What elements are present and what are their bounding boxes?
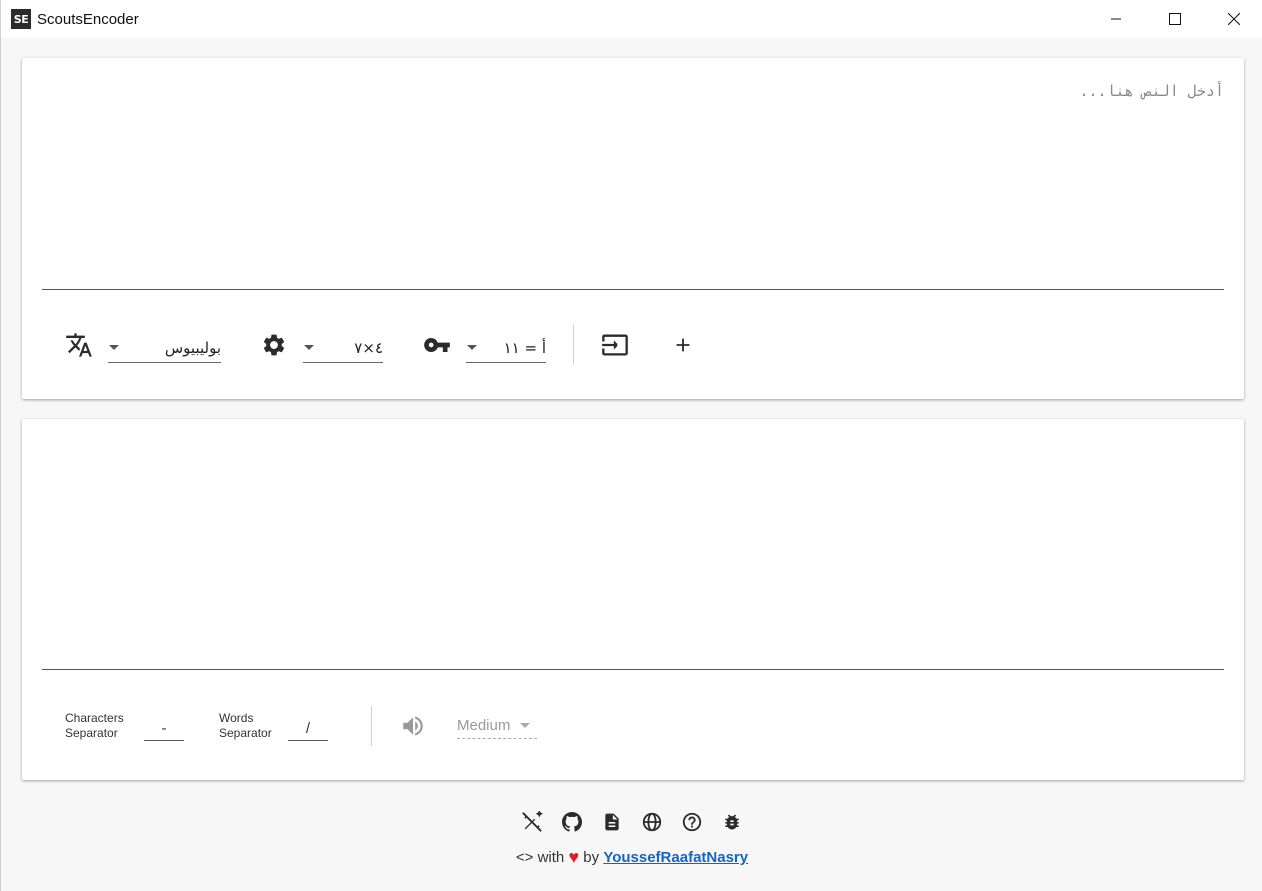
footer-links <box>1 811 1262 833</box>
chevron-down-icon <box>467 345 477 350</box>
docs-button[interactable] <box>600 811 624 833</box>
maximize-button[interactable] <box>1145 0 1204 38</box>
gear-icon <box>258 329 290 361</box>
magic-wand-off-button[interactable] <box>520 811 544 833</box>
output-textarea[interactable] <box>42 439 1224 669</box>
key-select-value: أ = ١١ <box>503 338 546 357</box>
footer-by-text: by <box>583 849 600 866</box>
chevron-down-icon <box>520 723 531 728</box>
output-toolbar-divider <box>371 706 372 746</box>
words-separator-input[interactable] <box>288 717 328 741</box>
insert-to-input-button[interactable] <box>599 329 631 361</box>
output-underline <box>42 669 1224 670</box>
key-icon <box>421 329 453 361</box>
bug-icon <box>725 814 739 830</box>
app-logo: SE <box>11 9 31 29</box>
help-button[interactable] <box>680 811 704 833</box>
words-separator-label: Words Separator <box>219 711 272 741</box>
speed-select[interactable]: Medium <box>457 713 537 739</box>
footer-credit: <> with ♥ by YoussefRaafatNasry <box>1 847 1262 868</box>
report-bug-button[interactable] <box>720 811 744 833</box>
author-link[interactable]: YoussefRaafatNasry <box>603 849 748 866</box>
globe-icon <box>642 812 662 832</box>
website-button[interactable] <box>640 811 664 833</box>
method-select[interactable]: ٤×٧ <box>303 333 383 363</box>
heart-icon: ♥ <box>568 847 580 867</box>
close-button[interactable] <box>1204 0 1262 38</box>
footer-with-text: with <box>537 849 565 866</box>
input-icon <box>602 334 628 356</box>
help-icon <box>682 812 702 832</box>
plus-icon <box>676 338 690 352</box>
window-title: ScoutsEncoder <box>37 10 139 28</box>
speed-select-value: Medium <box>457 717 511 734</box>
characters-separator-label: Characters Separator <box>65 711 124 741</box>
minimize-button[interactable] <box>1086 0 1145 38</box>
code-icon: <> <box>515 849 534 866</box>
maximize-icon <box>1168 13 1181 25</box>
close-icon <box>1227 13 1240 25</box>
document-icon <box>605 813 619 831</box>
characters-separator-label-line2: Separator <box>65 726 118 740</box>
play-audio-button[interactable] <box>397 710 429 742</box>
github-button[interactable] <box>560 811 584 833</box>
cipher-select[interactable]: بوليبيوس <box>108 333 221 363</box>
add-button[interactable] <box>667 329 699 361</box>
words-separator-label-line2: Separator <box>219 726 272 740</box>
translate-icon <box>63 329 95 361</box>
minimize-icon <box>1110 18 1121 20</box>
characters-separator-input[interactable] <box>144 717 184 741</box>
words-separator-label-line1: Words <box>219 711 254 725</box>
input-textarea[interactable] <box>42 78 1224 290</box>
chevron-down-icon <box>109 345 119 350</box>
input-underline <box>42 289 1224 290</box>
chevron-down-icon <box>304 345 314 350</box>
output-card: Characters Separator Words Separator Med… <box>22 419 1244 780</box>
window-controls <box>1086 0 1262 38</box>
key-select[interactable]: أ = ١١ <box>466 333 546 363</box>
cipher-select-value: بوليبيوس <box>164 338 221 357</box>
toolbar-divider <box>573 324 574 365</box>
magic-wand-off-icon <box>522 811 543 832</box>
method-select-value: ٤×٧ <box>354 338 383 357</box>
input-card: بوليبيوس ٤×٧ أ = ١١ <box>22 58 1244 399</box>
characters-separator-label-line1: Characters <box>65 711 124 725</box>
volume-icon <box>403 716 423 736</box>
github-icon <box>562 812 582 832</box>
title-bar: SE ScoutsEncoder <box>1 0 1262 38</box>
